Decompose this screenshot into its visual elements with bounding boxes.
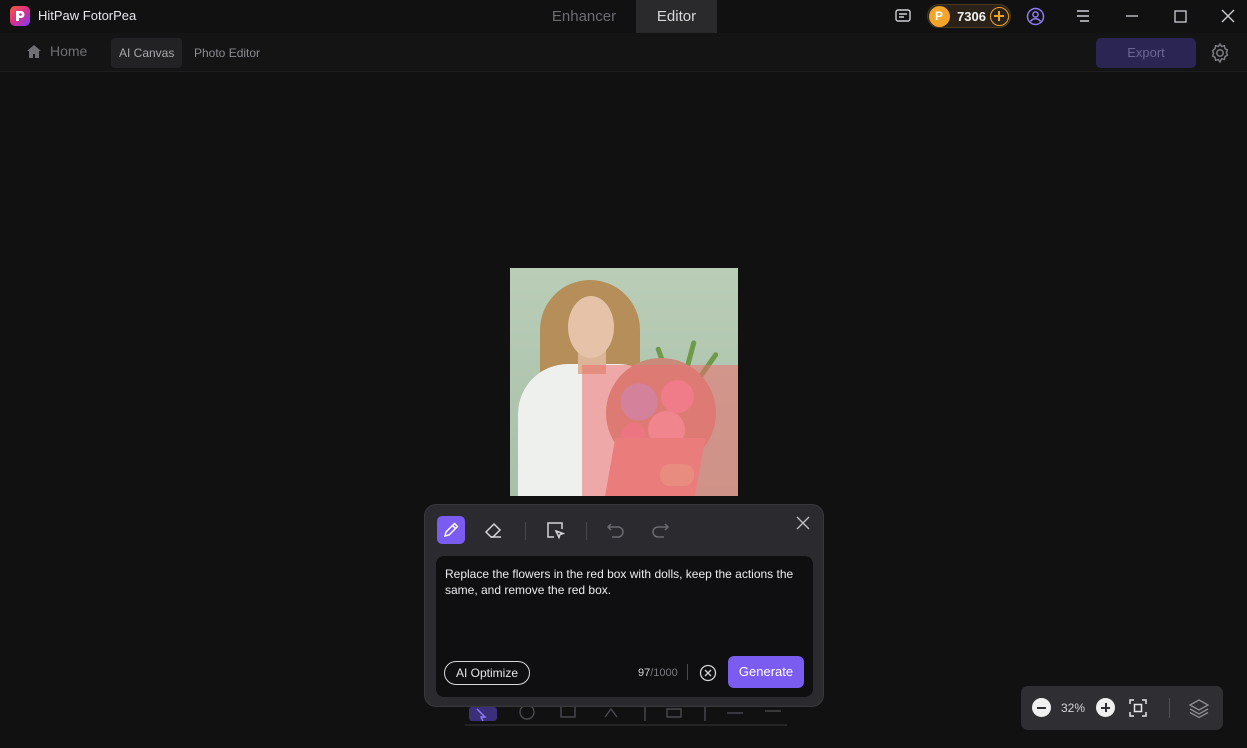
- eraser-tool[interactable]: [480, 516, 508, 544]
- generate-button[interactable]: Generate: [728, 656, 804, 688]
- eraser-icon: [484, 522, 502, 538]
- zoom-out-icon[interactable]: [1032, 698, 1051, 717]
- coin-icon: P: [929, 6, 950, 27]
- secondary-toolbar: Home AI Canvas Photo Editor Export: [0, 33, 1247, 72]
- coin-count: 7306: [957, 9, 986, 24]
- char-counter: 97/1000: [638, 667, 678, 679]
- home-label: Home: [50, 43, 88, 59]
- zoom-in-icon[interactable]: [1096, 698, 1115, 717]
- close-window-icon[interactable]: [1218, 6, 1238, 26]
- app-logo: [10, 6, 30, 26]
- prompt-input[interactable]: Replace the flowers in the red box with …: [436, 556, 813, 697]
- tab-photo-editor[interactable]: Photo Editor: [186, 38, 268, 68]
- char-max: /1000: [650, 667, 678, 679]
- undo-button[interactable]: [602, 516, 630, 544]
- home-icon: [27, 44, 41, 58]
- feedback-icon[interactable]: [893, 6, 913, 26]
- add-coins-icon[interactable]: [990, 7, 1009, 26]
- coin-balance[interactable]: P 7306: [927, 4, 1011, 28]
- title-bar: HitPaw FotorPea Enhancer Editor P 7306: [0, 0, 1247, 33]
- select-icon: [547, 522, 565, 540]
- fit-screen-icon[interactable]: [1127, 697, 1149, 719]
- ai-optimize-button[interactable]: AI Optimize: [444, 661, 531, 685]
- menu-icon[interactable]: [1073, 6, 1093, 26]
- close-panel-icon[interactable]: [795, 515, 813, 533]
- canvas-bottom-toolbar: [455, 704, 795, 731]
- redo-icon: [652, 523, 670, 538]
- brush-icon: [443, 522, 459, 538]
- prompt-text[interactable]: Replace the flowers in the red box with …: [445, 566, 805, 598]
- maximize-icon[interactable]: [1170, 6, 1190, 26]
- undo-icon: [606, 523, 624, 538]
- redo-button[interactable]: [646, 516, 674, 544]
- export-button[interactable]: Export: [1096, 38, 1196, 68]
- minimize-icon[interactable]: [1122, 6, 1142, 26]
- prompt-panel: Replace the flowers in the red box with …: [424, 504, 824, 707]
- clear-prompt-icon[interactable]: [699, 664, 717, 682]
- tab-editor[interactable]: Editor: [636, 0, 717, 33]
- canvas-image[interactable]: [510, 268, 738, 496]
- brush-tool[interactable]: [437, 516, 465, 544]
- zoom-level: 32%: [1061, 701, 1086, 715]
- tab-ai-canvas[interactable]: AI Canvas: [111, 38, 183, 68]
- settings-icon[interactable]: [1208, 41, 1232, 65]
- mask-selection-box: [582, 365, 738, 496]
- select-tool[interactable]: [541, 516, 569, 544]
- tab-enhancer[interactable]: Enhancer: [536, 0, 632, 33]
- layers-icon[interactable]: [1187, 696, 1211, 720]
- account-icon[interactable]: [1025, 6, 1045, 26]
- app-title: HitPaw FotorPea: [38, 8, 137, 23]
- char-count: 97: [638, 667, 651, 679]
- zoom-control: 32%: [1021, 686, 1223, 730]
- home-button[interactable]: Home: [26, 43, 87, 59]
